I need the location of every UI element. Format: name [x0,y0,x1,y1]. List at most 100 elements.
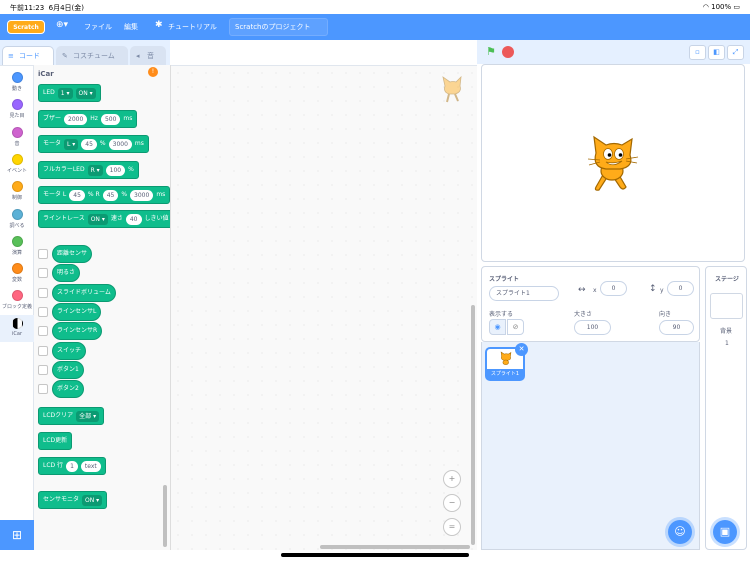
lcd-text-input[interactable]: text [80,460,101,472]
motor-r-input[interactable]: 45 [102,189,119,201]
reporter-block[interactable]: スライドボリューム [52,283,116,302]
reporter-checkbox[interactable] [38,306,48,317]
reporter-checkbox[interactable] [38,326,48,337]
stage-canvas[interactable] [481,64,745,262]
motor-lr-ms-input[interactable]: 3000 [130,189,154,201]
stage-thumbnail[interactable] [710,293,743,319]
led-state-dropdown[interactable]: ON ▾ [75,87,96,99]
small-stage-button[interactable]: ▫ [689,45,706,60]
reporter-block[interactable]: ラインセンサR [52,322,103,341]
workspace-hscrollbar[interactable] [320,545,470,549]
menu-file[interactable]: ファイル [84,22,112,32]
motor-pct-input[interactable]: 45 [81,138,97,150]
reporter-checkbox[interactable] [38,268,48,279]
reporter-checkbox[interactable] [38,249,48,259]
motor-ms-input[interactable]: 3000 [108,138,132,150]
show-sprite-button[interactable]: ◉ [489,319,506,335]
category-label: 調べる [9,222,25,229]
category-8[interactable]: 変数 [0,260,34,287]
category-3[interactable]: 音 [0,124,34,151]
block-fullcolor-led[interactable]: フルカラーLED R ▾ 100 % [38,161,139,179]
lcd-row-input[interactable]: 1 [66,460,78,472]
x-input[interactable]: 0 [600,281,627,296]
add-sprite-button[interactable]: ☺ [668,520,692,544]
code-workspace[interactable] [171,65,477,550]
motor-side-dropdown[interactable]: L ▾ [64,138,79,150]
stage-selector[interactable]: ステージ 背景 1 [705,266,747,550]
block-sensor-monitor[interactable]: センサモニタ ON ▾ [38,491,108,509]
reporter-block[interactable]: スイッチ [52,341,87,360]
fullcolor-side-dropdown[interactable]: R ▾ [87,164,103,176]
category-5[interactable]: 制御 [0,178,34,205]
reporter-block[interactable]: 距離センサ [52,245,93,263]
block-buzzer[interactable]: ブザー 2000 Hz 500 ms [38,110,138,128]
category-9[interactable]: ブロック定義 [0,287,34,314]
add-backdrop-button[interactable]: ▣ [713,520,737,544]
menu-edit[interactable]: 編集 [124,22,138,32]
category-2[interactable]: 見た目 [0,96,34,123]
stop-button[interactable] [502,46,514,58]
cat-sprite[interactable] [582,133,644,195]
led-number-dropdown[interactable]: 1 ▾ [57,87,73,99]
sensor-monitor-dropdown[interactable]: ON ▾ [82,494,103,506]
category-10[interactable]: iCar [0,314,34,342]
reporter-checkbox[interactable] [38,384,48,395]
zoom-reset-icon: = [448,522,456,531]
home-indicator [281,553,469,557]
reporter-checkbox[interactable] [38,345,48,356]
fullcolor-pct-input[interactable]: 100 [105,164,126,176]
block-linetrace[interactable]: ライントレース ON ▾ 速さ 40 しきい値 [38,210,170,228]
reporter-block[interactable]: ラインセンサL [52,302,102,321]
reporter-checkbox[interactable] [38,364,48,375]
tab-code[interactable]: ≡ コード [2,46,54,65]
category-1[interactable]: 動き [0,69,34,96]
stage-label: ステージ [715,276,739,283]
scratch-logo[interactable]: Scratch [7,20,45,34]
size-label: 大きさ [574,311,593,318]
block-motor[interactable]: モータ L ▾ 45 % 3000 ms [38,135,149,153]
block-lcd-clear[interactable]: LCDクリア 全部 ▾ [38,407,105,425]
globe-icon[interactable]: ⊕▾ [56,20,68,30]
category-7[interactable]: 演算 [0,233,34,260]
palette-scrollbar[interactable] [163,485,167,547]
block-lcd-row[interactable]: LCD 行 1 text [38,457,106,475]
motor-l-input[interactable]: 45 [69,189,85,201]
fullscreen-button[interactable]: ⤢ [727,45,744,60]
zoom-reset-button[interactable]: = [443,518,461,536]
menu-tutorial[interactable]: チュートリアル [168,22,217,32]
direction-input[interactable]: 90 [659,320,694,335]
category-4[interactable]: イベント [0,151,34,178]
size-input[interactable]: 100 [574,320,611,335]
buzzer-hz-input[interactable]: 2000 [64,113,88,125]
delete-sprite-button[interactable]: ✕ [515,343,528,356]
reporter-block[interactable]: ボタン2 [52,380,84,399]
zoom-out-icon: − [448,498,456,507]
green-flag-icon[interactable]: ⚑ [486,46,498,58]
large-stage-button[interactable]: ◧ [708,45,725,60]
lcd-clear-dropdown[interactable]: 全部 ▾ [76,410,100,422]
zoom-out-button[interactable]: − [443,494,461,512]
block-led[interactable]: LED 1 ▾ ON ▾ [38,84,101,102]
hide-sprite-button[interactable]: ⊘ [507,319,524,335]
category-6[interactable]: 調べる [0,206,34,233]
buzzer-ms-input[interactable]: 500 [100,113,121,125]
block-lcd-update[interactable]: LCD更新 [38,432,73,450]
direction-label: 向き [659,311,672,318]
linetrace-state-dropdown[interactable]: ON ▾ [87,213,108,225]
reporter-checkbox[interactable] [38,287,48,298]
battery-icon: ▭ [733,3,740,11]
project-title-input[interactable]: Scratchのプロジェクト [229,18,328,36]
category-label: 見た目 [9,113,25,120]
y-input[interactable]: 0 [667,281,694,296]
add-extension-button[interactable]: ⊞ [0,520,34,550]
sprite-name-input[interactable]: スプライト1 [489,286,559,301]
zoom-in-button[interactable]: + [443,470,461,488]
block-motor-lr[interactable]: モータ L 45 % R 45 % 3000 ms [38,186,170,204]
warning-icon[interactable]: ! [148,67,158,77]
reporter-block[interactable]: 明るさ [52,264,81,283]
linetrace-speed-input[interactable]: 40 [125,213,142,225]
reporter-block[interactable]: ボタン1 [52,360,84,379]
tab-sound[interactable]: ◂ 音 [130,46,166,65]
workspace-vscrollbar[interactable] [471,305,475,545]
tab-costume[interactable]: ✎ コスチューム [56,46,128,65]
